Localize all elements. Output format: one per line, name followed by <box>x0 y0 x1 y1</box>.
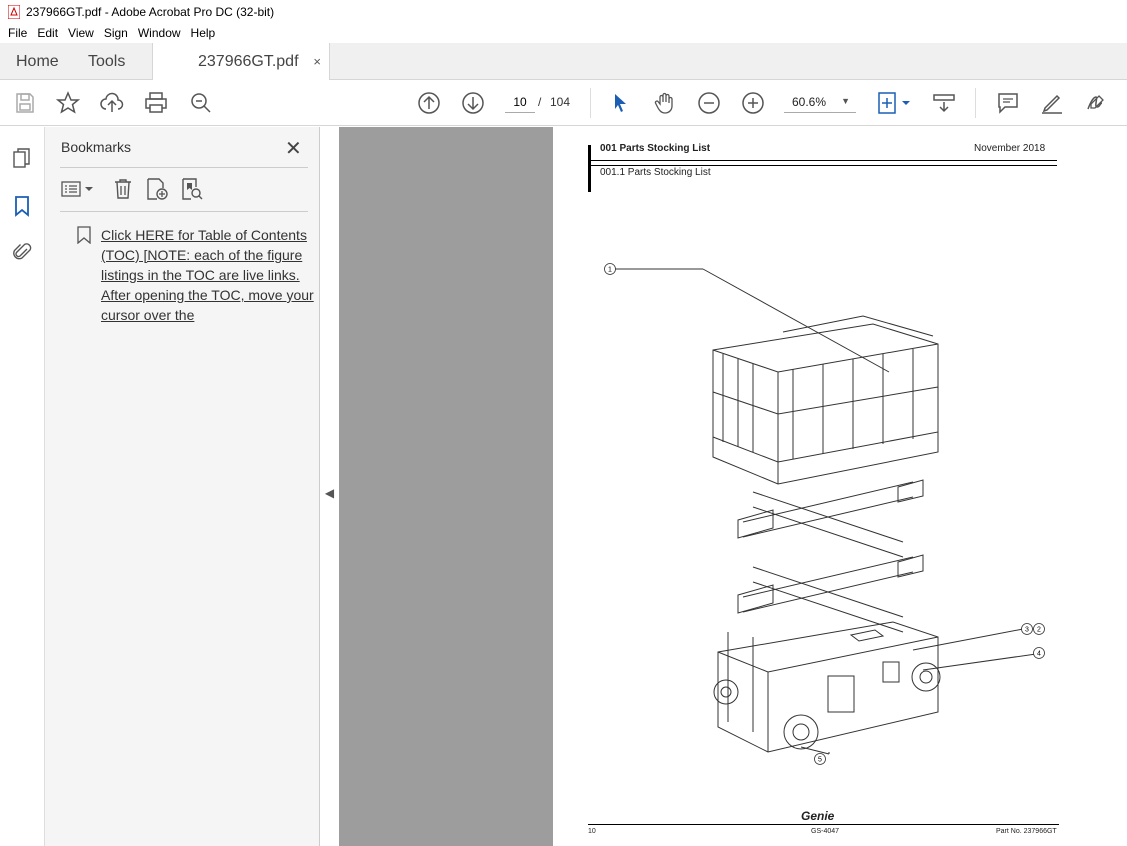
tab-document-label: 237966GT.pdf <box>198 53 299 70</box>
page-section-title: 001 Parts Stocking List <box>600 143 711 154</box>
menu-bar: File Edit View Sign Window Help <box>0 23 1127 43</box>
menu-help[interactable]: Help <box>191 26 216 40</box>
bookmarks-panel: Bookmarks ✕ Click HERE for Table of Cont… <box>45 127 320 846</box>
menu-edit[interactable]: Edit <box>37 26 58 40</box>
upload-icon[interactable] <box>100 91 124 115</box>
toolbar-divider <box>590 88 591 118</box>
delete-bookmark-icon[interactable] <box>111 177 135 201</box>
divider <box>60 167 308 168</box>
acrobat-icon <box>8 4 20 19</box>
page-thumbnails-icon[interactable] <box>11 147 33 169</box>
footer-model: GS-4047 <box>811 828 840 835</box>
pdf-page: 001 Parts Stocking List November 2018 00… <box>553 127 1127 846</box>
sign-icon[interactable] <box>1084 91 1108 115</box>
tab-tools[interactable]: Tools <box>88 43 125 80</box>
hand-icon[interactable] <box>653 91 677 115</box>
menu-window[interactable]: Window <box>138 26 181 40</box>
footer-page-number: 10 <box>588 828 596 835</box>
navigation-rail <box>0 127 45 846</box>
collapse-panel-handle[interactable]: ◀ <box>321 480 338 506</box>
star-icon[interactable] <box>55 91 81 115</box>
fit-page-icon[interactable] <box>876 91 912 115</box>
zoom-out-icon[interactable] <box>697 91 721 115</box>
footer-part-number: Part No. 237966GT <box>996 828 1057 835</box>
save-icon[interactable] <box>13 91 37 115</box>
callout-4: 4 <box>1037 651 1041 658</box>
document-viewer[interactable]: 001 Parts Stocking List November 2018 00… <box>339 127 1127 846</box>
page-down-icon[interactable] <box>461 91 485 115</box>
search-icon[interactable] <box>189 91 213 115</box>
highlight-icon[interactable] <box>1040 91 1064 115</box>
page-subsection-title: 001.1 Parts Stocking List <box>600 167 711 178</box>
zoom-in-icon[interactable] <box>741 91 765 115</box>
tab-document[interactable]: 237966GT.pdf × <box>152 43 330 81</box>
bookmarks-title: Bookmarks <box>61 139 132 155</box>
find-bookmark-icon[interactable] <box>180 177 204 201</box>
menu-sign[interactable]: Sign <box>104 26 128 40</box>
page-number-input[interactable] <box>505 91 535 113</box>
close-icon[interactable]: ✕ <box>285 136 302 161</box>
toolbar: / 104 60.6% ▼ <box>0 80 1127 126</box>
comment-icon[interactable] <box>996 91 1020 115</box>
zoom-level-select[interactable]: 60.6% ▼ <box>784 91 856 113</box>
menu-file[interactable]: File <box>8 26 27 40</box>
footer-rule <box>588 824 1059 825</box>
bookmark-item-label[interactable]: Click HERE for Table of Contents (TOC) [… <box>101 225 317 325</box>
scissor-lift-drawing: 1 3 2 4 5 <box>604 263 1045 765</box>
divider <box>60 211 308 212</box>
callout-2: 2 <box>1037 627 1041 634</box>
callout-3: 3 <box>1025 627 1029 634</box>
window-title: 237966GT.pdf - Adobe Acrobat Pro DC (32-… <box>26 4 275 19</box>
menu-view[interactable]: View <box>68 26 94 40</box>
page-up-icon[interactable] <box>417 91 441 115</box>
toolbar-divider <box>975 88 976 118</box>
chevron-down-icon: ▼ <box>841 96 850 106</box>
header-rule <box>591 165 1057 166</box>
page-total: 104 <box>550 95 571 109</box>
zoom-level: 60.6% <box>792 95 827 109</box>
header-bar <box>588 145 591 192</box>
title-bar: 237966GT.pdf - Adobe Acrobat Pro DC (32-… <box>0 0 1127 23</box>
scroll-mode-icon[interactable] <box>932 91 956 115</box>
page-separator: / <box>538 95 542 109</box>
bookmark-icon <box>77 226 91 244</box>
callout-1: 1 <box>608 267 612 274</box>
callout-5: 5 <box>818 757 822 764</box>
close-tab-icon[interactable]: × <box>313 54 321 69</box>
bookmark-options-icon[interactable] <box>60 177 96 201</box>
select-cursor-icon[interactable] <box>608 91 632 115</box>
page-date: November 2018 <box>974 143 1046 154</box>
print-icon[interactable] <box>144 91 168 115</box>
genie-logo: Genie <box>801 809 835 823</box>
new-bookmark-icon[interactable] <box>145 177 169 201</box>
tab-bar: Home Tools 237966GT.pdf × <box>0 43 1127 81</box>
bookmark-icon[interactable] <box>11 195 33 217</box>
header-rule <box>591 160 1057 161</box>
tab-home[interactable]: Home <box>16 43 59 80</box>
attachment-icon[interactable] <box>11 241 33 263</box>
